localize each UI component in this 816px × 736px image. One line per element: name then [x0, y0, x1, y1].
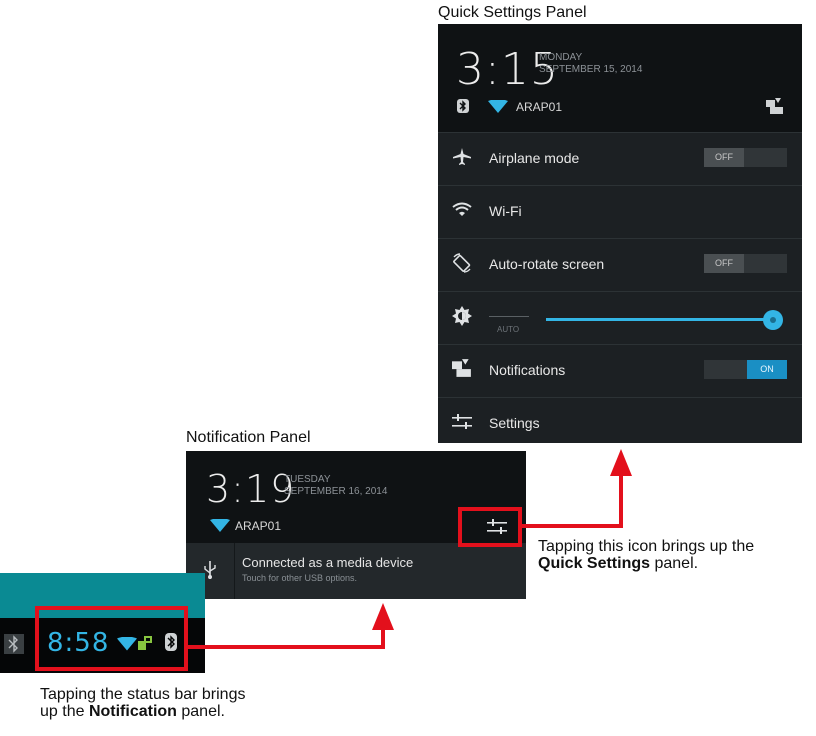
arrow-overlay: [188, 449, 632, 649]
arrow-to-quick-settings: [522, 449, 632, 528]
arrow-to-notification-panel: [188, 603, 394, 649]
